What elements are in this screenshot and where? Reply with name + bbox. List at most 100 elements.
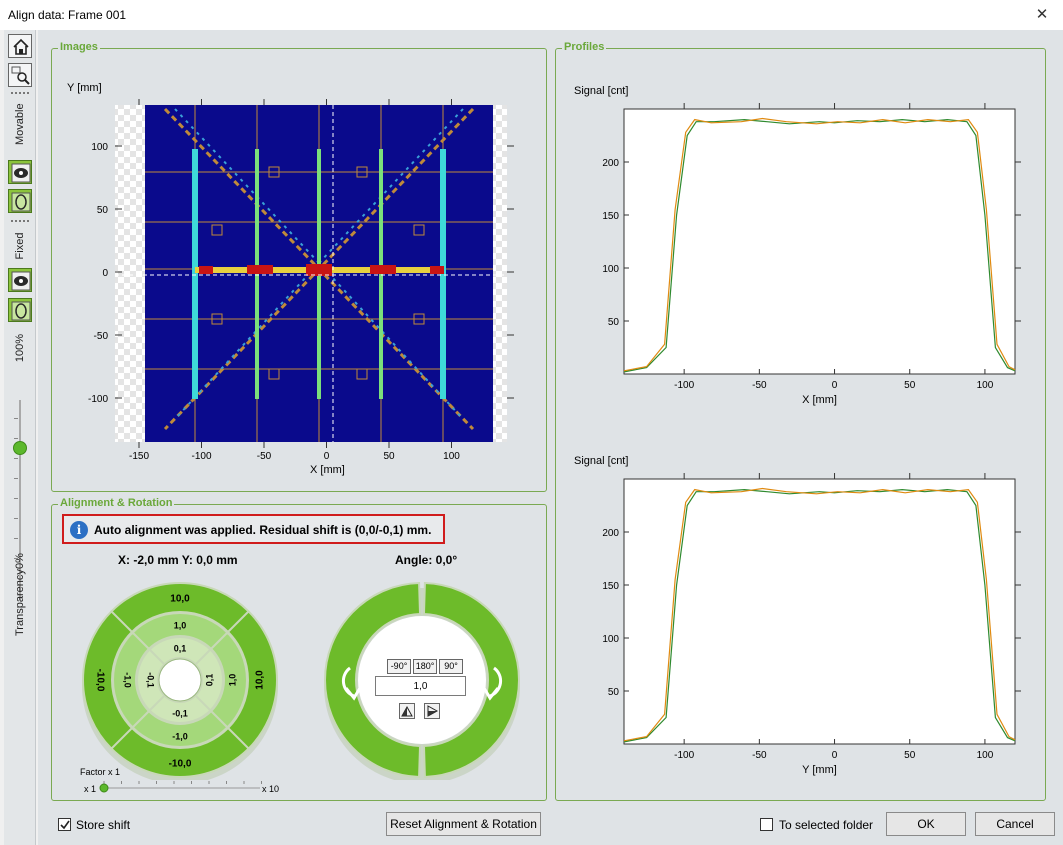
- angle-readout: Angle: 0,0°: [395, 553, 458, 567]
- profile-y-tick-label: 150: [602, 581, 619, 592]
- profile-x-axis-label: Y [mm]: [802, 764, 837, 776]
- outline-icon: [11, 301, 31, 321]
- main-content: Images Y [mm] 100 50 0 -50 -100 -150 -10…: [38, 30, 1063, 845]
- profile-y-tick-label: 150: [602, 211, 619, 222]
- shift-outer-bottom-label: -10,0: [169, 759, 192, 770]
- factor-label: Factor x 1: [80, 767, 121, 777]
- shift-inner-right-label: 0,1: [205, 674, 215, 687]
- image-y-axis-label: Y [mm]: [67, 82, 102, 94]
- image-x-tick-label: -50: [257, 451, 272, 462]
- profile-y-tick-label: 100: [602, 264, 619, 275]
- profile-x-tick-label: 50: [904, 380, 916, 391]
- slider-tick: [14, 518, 18, 519]
- window-title: Align data: Frame 001: [8, 8, 127, 22]
- profile-y-axis-label: Signal [cnt]: [574, 85, 628, 97]
- profile-x-tick-label: 0: [832, 750, 838, 761]
- slider-tick: [14, 438, 18, 439]
- rotate-minus-90-button[interactable]: -90°: [387, 659, 411, 674]
- store-shift-checkbox[interactable]: [58, 818, 71, 831]
- store-shift-label: Store shift: [76, 818, 131, 832]
- profile-y-tick-label: 200: [602, 158, 619, 169]
- angle-step-input[interactable]: [375, 676, 466, 696]
- title-bar: Align data: Frame 001 ✕: [0, 0, 1063, 30]
- image-x-axis-label: X [mm]: [310, 464, 345, 476]
- image-x-tick-label: 0: [324, 451, 330, 462]
- shift-mid-bottom-label: -1,0: [172, 732, 188, 742]
- reset-alignment-button[interactable]: Reset Alignment & Rotation: [386, 812, 541, 836]
- profile-x-tick-label: 50: [904, 750, 916, 761]
- shift-mid-top-label: 1,0: [174, 621, 187, 631]
- y-profile-plot[interactable]: Signal [cnt] -100 -50 0 50 100 200 150 100 50 Y [m…: [556, 439, 1045, 809]
- shift-mid-right-label: 1,0: [228, 674, 238, 687]
- cancel-button[interactable]: Cancel: [975, 812, 1055, 836]
- profile-y-tick-label: 50: [608, 687, 620, 698]
- zoom-image-button[interactable]: [8, 63, 32, 87]
- movable-outline-toggle[interactable]: [8, 189, 32, 213]
- side-toolbar: Movable Fixed 100% 0% Transparency: [4, 30, 36, 845]
- profile-y-tick-label: 100: [602, 634, 619, 645]
- shift-center: [158, 658, 202, 702]
- shift-outer-right-label: 10,0: [255, 670, 266, 690]
- home-icon: [13, 38, 29, 55]
- shift-outer-top-label: 10,0: [170, 594, 190, 605]
- rotate-90-button[interactable]: 90°: [439, 659, 463, 674]
- profiles-legend: Profiles: [562, 41, 607, 53]
- profile-x-tick-label: 0: [832, 380, 838, 391]
- image-y-tick-label: -50: [94, 331, 109, 342]
- to-selected-folder-checkbox[interactable]: [760, 818, 773, 831]
- notice-text: Auto alignment was applied. Residual shi…: [94, 523, 432, 537]
- flip-left-button[interactable]: [399, 703, 415, 719]
- factor-slider[interactable]: x 1 x 10: [80, 779, 290, 799]
- position-readout: X: -2,0 mm Y: 0,0 mm: [118, 553, 238, 567]
- profile-plot-area: [623, 108, 1016, 375]
- shift-inner-top-label: 0,1: [174, 644, 187, 654]
- image-y-tick-label: 50: [97, 205, 109, 216]
- close-button[interactable]: ✕: [1025, 2, 1059, 28]
- shift-outer-left-label: -10,0: [95, 669, 106, 692]
- shift-mid-left-label: -1,0: [123, 672, 133, 688]
- profile-x-tick-label: 100: [977, 750, 994, 761]
- search-image-icon: [11, 66, 30, 85]
- factor-thumb[interactable]: [99, 783, 109, 793]
- eye-icon: [11, 163, 31, 183]
- profile-y-tick-label: 200: [602, 528, 619, 539]
- slider-tick: [14, 498, 18, 499]
- profile-plot-area: [623, 478, 1016, 745]
- toolbar-grip: [11, 220, 29, 224]
- eye-icon: [11, 271, 31, 291]
- image-x-tick-label: 50: [383, 451, 395, 462]
- slider-tick: [14, 478, 18, 479]
- fixed-label: Fixed: [14, 232, 26, 260]
- fixed-outline-toggle[interactable]: [8, 298, 32, 322]
- factor-max-label: x 10: [262, 784, 279, 794]
- profile-x-tick-label: -50: [752, 380, 767, 391]
- align-data-dialog: Align data: Frame 001 ✕ Movable Fixed 10…: [0, 0, 1063, 845]
- rotate-buttons: -90° 180° 90°: [387, 659, 467, 675]
- factor-min-label: x 1: [84, 784, 96, 794]
- movable-eye-toggle[interactable]: [8, 160, 32, 184]
- shift-inner-bottom-label: -0,1: [172, 709, 188, 719]
- info-icon: i: [70, 521, 88, 539]
- flip-left-icon: [401, 705, 413, 717]
- image-x-tick-label: -100: [191, 451, 211, 462]
- slider-tick: [14, 538, 18, 539]
- x-profile-plot[interactable]: Signal [cnt] -100 -50 0 50 100 200 150 100 50 X [m…: [556, 69, 1045, 429]
- flip-right-icon: [427, 705, 439, 717]
- profiles-group: Profiles Signal [cnt] -100 -50 0 50 100 200 150…: [555, 41, 1046, 801]
- toolbar-grip: [11, 92, 29, 96]
- shift-control[interactable]: 10,0 -10,0 -10,0 10,0 1,0 -1,0 -1,0 1,0 0,1 -0,1 -…: [80, 580, 280, 780]
- factor-ticks: [103, 781, 262, 784]
- image-x-tick-label: 100: [443, 451, 460, 462]
- flip-right-button[interactable]: [424, 703, 440, 719]
- image-overlay-view[interactable]: Y [mm] 100500-50-100 -150 -100 -50 0 50 …: [52, 49, 546, 491]
- checkmark-icon: [60, 820, 70, 830]
- fixed-eye-toggle[interactable]: [8, 268, 32, 292]
- slider-tick: [14, 418, 18, 419]
- alignment-legend: Alignment & Rotation: [58, 497, 175, 509]
- rotate-180-button[interactable]: 180°: [413, 659, 437, 674]
- profile-x-tick-label: -100: [674, 380, 694, 391]
- image-y-tick-label: 100: [91, 142, 108, 153]
- ok-button[interactable]: OK: [886, 812, 966, 836]
- transparency-slider-thumb[interactable]: [13, 441, 27, 455]
- home-button[interactable]: [8, 34, 32, 58]
